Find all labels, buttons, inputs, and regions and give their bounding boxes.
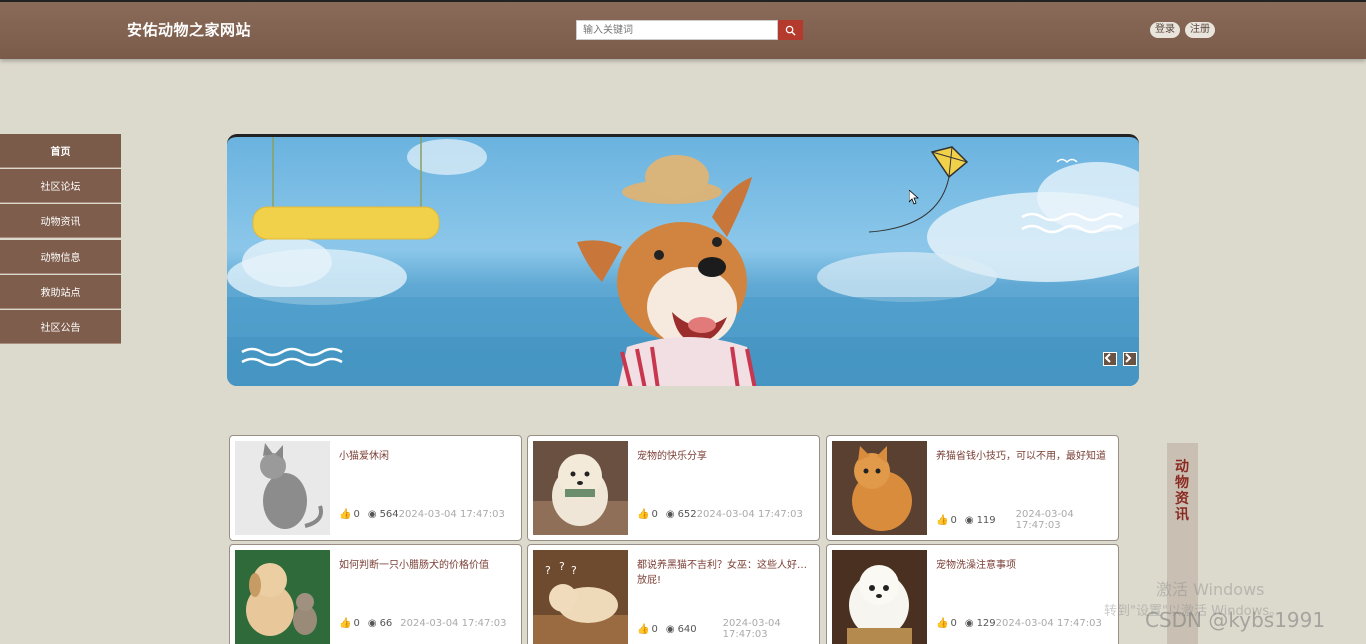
card-title[interactable]: 宠物的快乐分享 [637, 449, 813, 464]
thumbs-up-icon[interactable]: 👍 [936, 515, 948, 526]
card-title[interactable]: 养猫省钱小技巧，可以不用，最好知道 [936, 449, 1112, 464]
like-count: 0 [651, 509, 658, 520]
thumbs-up-icon[interactable]: 👍 [637, 624, 649, 635]
card-thumbnail-cat[interactable] [235, 441, 330, 535]
register-button[interactable]: 注册 [1185, 22, 1215, 38]
news-card[interactable]: 养猫省钱小技巧，可以不用，最好知道 👍 0 ◉ 119 2024-03-04 1… [826, 435, 1119, 541]
view-count: 564 [379, 509, 399, 520]
eye-icon: ◉ [665, 509, 675, 520]
svg-text:?: ? [571, 564, 577, 577]
card-date: 2024-03-04 17:47:03 [722, 618, 781, 640]
card-thumbnail-cat[interactable]: ? ? ? [533, 550, 628, 644]
view-count: 652 [677, 509, 697, 520]
card-date: 2024-03-04 17:47:03 [398, 509, 505, 520]
view-count: 129 [976, 618, 996, 629]
card-thumbnail-dog[interactable] [235, 550, 330, 644]
card-meta: 👍 0 ◉ 564 2024-03-04 17:47:03 [339, 509, 519, 520]
thumbs-up-icon[interactable]: 👍 [339, 618, 351, 629]
eye-icon: ◉ [367, 509, 377, 520]
eye-icon: ◉ [665, 623, 675, 635]
card-thumbnail-cat[interactable] [832, 441, 927, 535]
thumbs-up-icon[interactable]: 👍 [637, 509, 649, 520]
carousel-next-button[interactable] [1123, 352, 1137, 366]
sidebar-nav: 首页 社区论坛 动物资讯 动物信息 救助站点 社区公告 [0, 134, 121, 345]
windows-activation-watermark: 激活 Windows [1156, 580, 1265, 599]
sidebar-item-forum[interactable]: 社区论坛 [0, 169, 121, 204]
card-meta: 👍 0 ◉ 119 2024-03-04 17:47:03 [936, 509, 1116, 531]
sidebar-item-rescue-stations[interactable]: 救助站点 [0, 274, 121, 309]
carousel-prev-button[interactable] [1103, 352, 1117, 366]
card-meta: 👍 0 ◉ 652 2024-03-04 17:47:03 [637, 509, 817, 520]
sidebar-item-animal-info[interactable]: 动物信息 [0, 239, 121, 274]
news-card[interactable]: 如何判断一只小腊肠犬的价格价值 👍 0 ◉ 66 2024-03-04 17:4… [229, 544, 522, 644]
like-count: 0 [353, 618, 360, 629]
top-header: 安佑动物之家网站 登录 注册 [0, 0, 1366, 59]
news-card[interactable]: 小猫爱休闲 👍 0 ◉ 564 2024-03-04 17:47:03 [229, 435, 522, 541]
search-icon [785, 25, 796, 36]
view-count: 119 [976, 514, 996, 526]
news-card[interactable]: ? ? ? 都说养黑猫不吉利？女巫：这些人好…放屁! 👍 0 ◉ 640 202… [527, 544, 820, 644]
card-thumbnail-dog[interactable] [533, 441, 628, 535]
card-date: 2024-03-04 17:47:03 [1015, 509, 1074, 531]
card-date: 2024-03-04 17:47:03 [400, 618, 507, 629]
card-title[interactable]: 如何判断一只小腊肠犬的价格价值 [339, 558, 515, 573]
thumbs-up-icon[interactable]: 👍 [936, 618, 948, 629]
sidebar-item-home[interactable]: 首页 [0, 134, 121, 168]
view-count: 640 [677, 623, 697, 635]
like-count: 0 [353, 509, 360, 520]
card-title[interactable]: 小猫爱休闲 [339, 449, 515, 464]
eye-icon: ◉ [964, 514, 974, 526]
chevron-right-icon [1125, 353, 1132, 363]
news-card[interactable]: 宠物洗澡注意事项 👍 0 ◉ 129 2024-03-04 17:47:03 [826, 544, 1119, 644]
svg-text:?: ? [559, 560, 565, 573]
like-count: 0 [651, 623, 658, 635]
thumbs-up-icon[interactable]: 👍 [339, 509, 351, 520]
banner-image [227, 137, 1139, 386]
side-tab-label: 动物资讯 [1175, 459, 1189, 523]
eye-icon: ◉ [367, 618, 377, 629]
chevron-left-icon [1104, 353, 1111, 363]
site-title[interactable]: 安佑动物之家网站 [127, 19, 251, 40]
mouse-cursor-icon [909, 190, 919, 205]
card-meta: 👍 0 ◉ 129 2024-03-04 17:47:03 [936, 618, 1116, 629]
sidebar-item-news[interactable]: 动物资讯 [0, 204, 121, 239]
like-count: 0 [950, 514, 957, 526]
card-date: 2024-03-04 17:47:03 [696, 509, 803, 520]
login-button[interactable]: 登录 [1150, 22, 1180, 38]
search-button[interactable] [778, 20, 803, 40]
banner-carousel[interactable] [227, 134, 1139, 386]
csdn-watermark: CSDN @kybs1991 [1145, 608, 1326, 632]
card-thumbnail-dog[interactable] [832, 550, 927, 644]
svg-text:?: ? [545, 564, 551, 577]
card-meta: 👍 0 ◉ 66 2024-03-04 17:47:03 [339, 618, 519, 629]
card-title[interactable]: 宠物洗澡注意事项 [936, 558, 1112, 573]
eye-icon: ◉ [964, 618, 974, 629]
card-meta: 👍 0 ◉ 640 2024-03-04 17:47:03 [637, 618, 817, 640]
like-count: 0 [950, 618, 957, 629]
card-title[interactable]: 都说养黑猫不吉利？女巫：这些人好…放屁! [637, 558, 813, 588]
news-card[interactable]: 宠物的快乐分享 👍 0 ◉ 652 2024-03-04 17:47:03 [527, 435, 820, 541]
search-input[interactable] [576, 20, 778, 40]
card-date: 2024-03-04 17:47:03 [995, 618, 1102, 629]
view-count: 66 [379, 618, 393, 629]
sidebar-item-announcements[interactable]: 社区公告 [0, 309, 121, 344]
